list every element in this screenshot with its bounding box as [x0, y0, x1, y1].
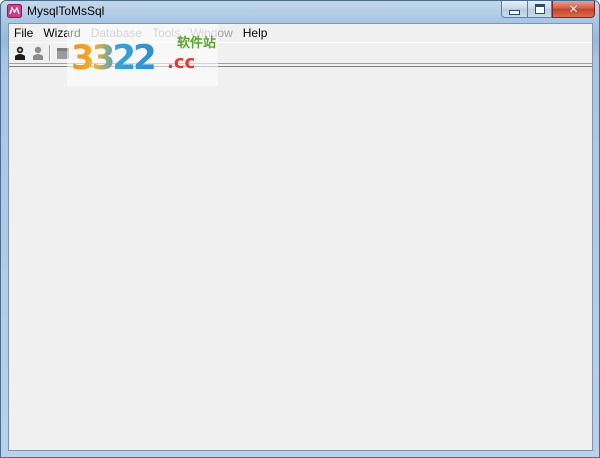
menu-database[interactable]: Database — [86, 24, 147, 42]
user-connect-icon[interactable] — [12, 45, 28, 61]
minimize-button[interactable] — [501, 1, 527, 18]
app-icon — [7, 4, 22, 18]
menu-file[interactable]: File — [9, 24, 38, 42]
toolbar — [9, 42, 592, 64]
database-icon[interactable] — [55, 45, 71, 61]
title-bar[interactable]: MysqlToMsSql ✕ — [1, 1, 599, 21]
close-icon: ✕ — [568, 1, 579, 16]
maximize-button[interactable] — [527, 1, 552, 18]
minimize-icon — [509, 9, 520, 15]
app-window: MysqlToMsSql ✕ File Wizard Database Tool… — [0, 0, 600, 458]
menu-bar: File Wizard Database Tools Window Help — [9, 24, 592, 42]
menu-window[interactable]: Window — [185, 24, 238, 42]
close-button[interactable]: ✕ — [552, 1, 595, 18]
client-area: File Wizard Database Tools Window Help — [8, 23, 593, 451]
menu-tools[interactable]: Tools — [147, 24, 185, 42]
user-disconnect-icon[interactable] — [30, 45, 46, 61]
window-title: MysqlToMsSql — [27, 4, 105, 18]
mdi-workspace[interactable] — [9, 66, 592, 450]
toolbar-separator — [49, 45, 51, 61]
maximize-icon — [534, 4, 545, 14]
menu-help[interactable]: Help — [238, 24, 273, 42]
menu-wizard[interactable]: Wizard — [38, 24, 85, 42]
caption-buttons: ✕ — [501, 1, 595, 18]
